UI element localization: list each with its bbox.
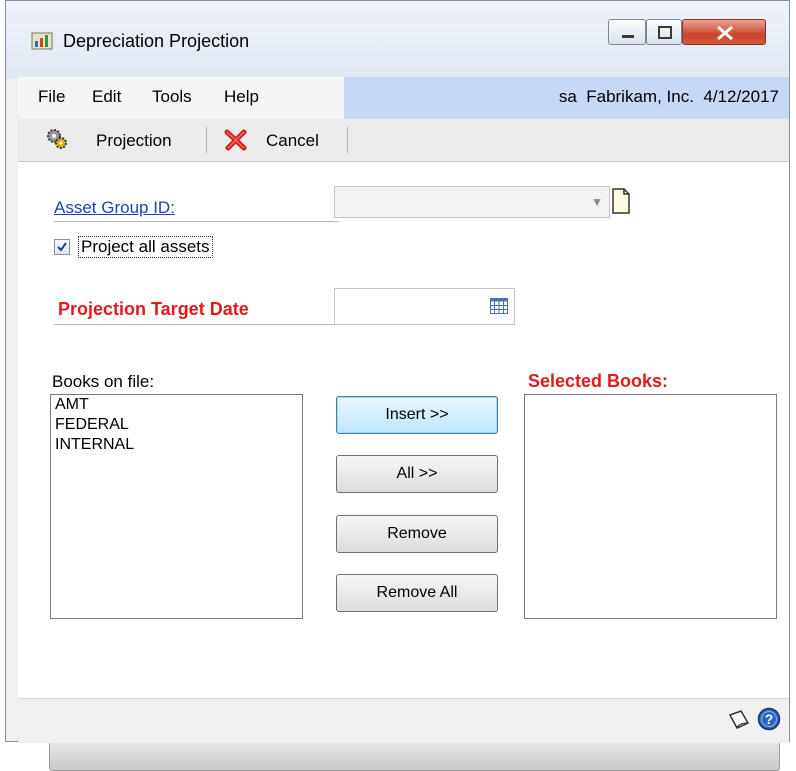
insert-button[interactable]: Insert >>	[336, 396, 498, 434]
close-icon	[717, 25, 733, 41]
toolbar-separator	[347, 127, 348, 153]
label-divider	[54, 324, 336, 325]
projection-button[interactable]: Projection	[96, 131, 172, 151]
list-item[interactable]: INTERNAL	[51, 435, 302, 455]
project-all-assets-label[interactable]: Project all assets	[78, 236, 213, 258]
progress-bar	[49, 741, 780, 771]
selected-books-list[interactable]	[524, 394, 777, 619]
menu-help[interactable]: Help	[224, 87, 259, 107]
user-company-date: sa Fabrikam, Inc. 4/12/2017	[558, 87, 779, 106]
calendar-icon[interactable]	[490, 298, 508, 314]
list-item[interactable]: FEDERAL	[51, 415, 302, 435]
projection-target-date-label: Projection Target Date	[58, 299, 249, 319]
checkmark-icon	[57, 242, 67, 252]
close-button[interactable]	[682, 19, 766, 45]
status-bar: ?	[18, 698, 789, 743]
toolbar-separator	[206, 127, 207, 153]
list-item[interactable]: AMT	[51, 395, 302, 415]
books-on-file-label: Books on file:	[52, 372, 155, 391]
form-area: Asset Group ID: ▼ Project all assets Pro…	[18, 162, 789, 771]
menu-edit[interactable]: Edit	[92, 87, 121, 107]
books-on-file-list[interactable]: AMT FEDERAL INTERNAL	[50, 394, 303, 619]
minimize-icon	[622, 35, 634, 38]
maximize-icon	[658, 26, 672, 39]
help-icon[interactable]: ?	[757, 707, 781, 731]
menu-tools[interactable]: Tools	[152, 87, 192, 107]
window-title: Depreciation Projection	[63, 31, 250, 51]
red-x-icon[interactable]	[223, 127, 249, 153]
note-icon[interactable]	[610, 186, 632, 216]
depreciation-projection-window: Depreciation Projection File Edit Tools …	[5, 0, 790, 771]
app-icon	[31, 32, 53, 50]
projection-target-date-input[interactable]	[334, 288, 515, 325]
remove-all-button[interactable]: Remove All	[336, 574, 498, 612]
toolbar: Projection Cancel	[18, 119, 789, 162]
svg-text:?: ?	[765, 711, 774, 727]
gears-icon[interactable]	[46, 128, 68, 150]
menu-bar: File Edit Tools Help sa Fabrikam, Inc. 4…	[18, 77, 789, 120]
asset-group-id-link[interactable]: Asset Group ID:	[54, 198, 175, 218]
asset-group-id-combo[interactable]: ▼	[334, 186, 610, 218]
remove-button[interactable]: Remove	[336, 515, 498, 553]
all-button[interactable]: All >>	[336, 455, 498, 493]
user-info-panel: sa Fabrikam, Inc. 4/12/2017	[344, 77, 789, 119]
label-divider	[54, 221, 339, 222]
note-icon[interactable]	[727, 709, 751, 731]
project-all-assets-checkbox[interactable]	[54, 239, 70, 255]
maximize-button[interactable]	[646, 19, 682, 45]
title-bar[interactable]: Depreciation Projection	[6, 1, 789, 79]
cancel-button[interactable]: Cancel	[266, 131, 319, 151]
menu-file[interactable]: File	[38, 87, 65, 107]
minimize-button[interactable]	[608, 19, 646, 45]
chevron-down-icon[interactable]: ▼	[591, 195, 603, 209]
selected-books-label: Selected Books:	[528, 371, 669, 391]
